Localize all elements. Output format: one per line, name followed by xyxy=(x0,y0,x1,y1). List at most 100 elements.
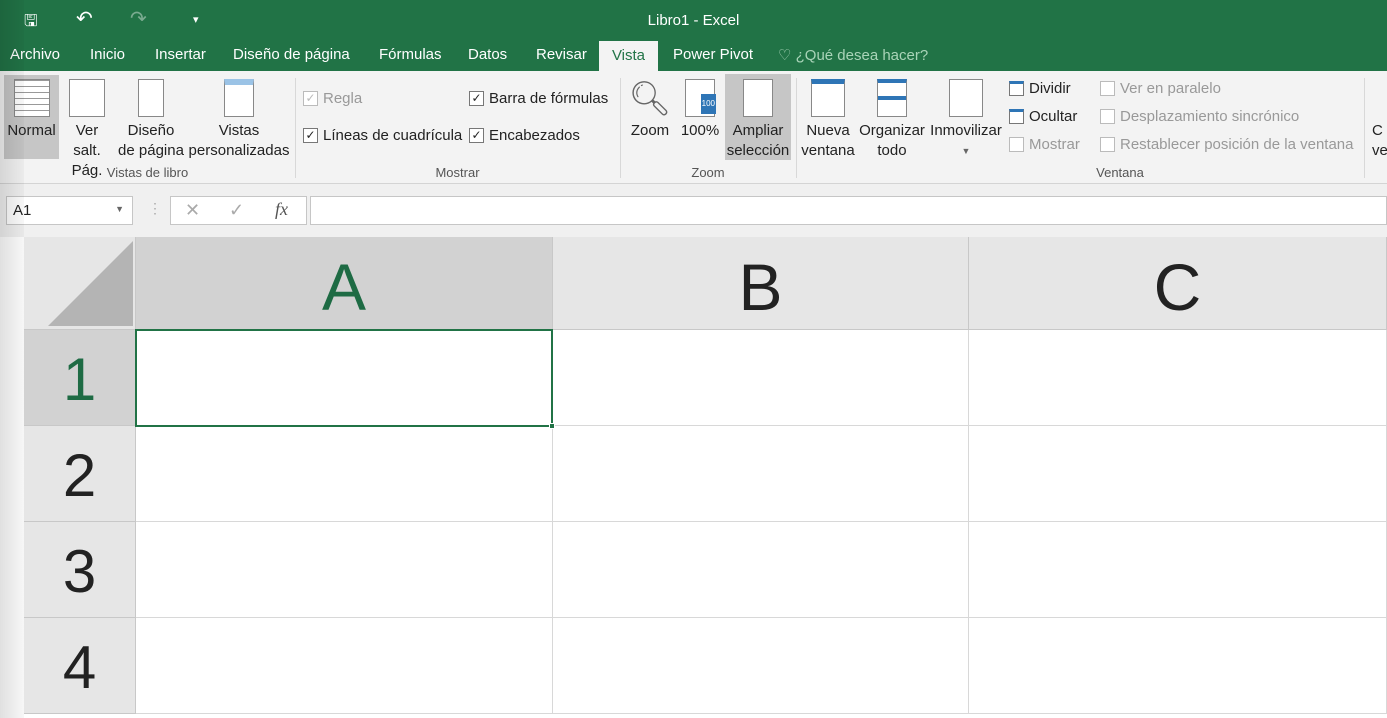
tell-me-search[interactable]: ♡ ¿Qué desea hacer? xyxy=(778,46,928,64)
side-by-side-icon xyxy=(1100,81,1115,96)
tab-formulas[interactable]: Fórmulas xyxy=(379,46,442,63)
row-header-1[interactable]: 1 xyxy=(24,330,136,426)
lightbulb-icon: ♡ xyxy=(778,47,792,64)
label: C xyxy=(1372,122,1383,139)
divider xyxy=(295,78,296,178)
split-icon xyxy=(1009,81,1024,96)
label: Dividir xyxy=(1029,80,1071,97)
cell-c4[interactable] xyxy=(969,618,1387,714)
freeze-panes-button[interactable]: Inmovilizar ▼ xyxy=(928,79,1004,161)
normal-view-button[interactable]: Normal xyxy=(4,75,59,159)
zoom-to-selection-button[interactable]: Ampliar selección xyxy=(725,74,791,160)
label: selección xyxy=(726,142,790,159)
label: Regla xyxy=(323,90,363,107)
chevron-down-icon[interactable]: ▼ xyxy=(115,204,124,214)
gridlines-checkbox[interactable]: ✓ Líneas de cuadrícula xyxy=(303,127,462,144)
cell-b2[interactable] xyxy=(553,426,969,522)
cell-a3[interactable] xyxy=(136,522,553,618)
hide-button[interactable]: Ocultar xyxy=(1009,108,1077,125)
cell-a2[interactable] xyxy=(136,426,553,522)
new-window-button[interactable]: Nueva ventana xyxy=(800,79,856,161)
insert-function-icon[interactable]: fx xyxy=(275,199,288,220)
row-header-2[interactable]: 2 xyxy=(24,426,136,522)
unhide-button[interactable]: Mostrar xyxy=(1009,136,1080,153)
cell-a4[interactable] xyxy=(136,618,553,714)
resize-handle-icon[interactable]: ⋮ xyxy=(148,200,162,217)
hide-icon xyxy=(1009,109,1024,124)
arrange-all-button[interactable]: Organizar todo xyxy=(857,79,927,161)
ruler-checkbox[interactable]: ✓ Regla xyxy=(303,90,362,107)
column-header-a[interactable]: A xyxy=(136,237,553,330)
group-label-zoom: Zoom xyxy=(691,165,725,180)
name-box-value: A1 xyxy=(13,202,32,219)
cell-c3[interactable] xyxy=(969,522,1387,618)
page-layout-view-button[interactable]: Diseño de página xyxy=(116,79,186,161)
arrange-all-icon xyxy=(877,79,907,117)
headings-checkbox[interactable]: ✓ Encabezados xyxy=(469,127,580,144)
cell-b1[interactable] xyxy=(553,330,969,426)
split-button[interactable]: Dividir xyxy=(1009,80,1071,97)
freeze-panes-icon xyxy=(949,79,983,117)
column-header-c[interactable]: C xyxy=(969,237,1387,330)
label: 100% xyxy=(680,122,720,139)
tab-power-pivot[interactable]: Power Pivot xyxy=(673,46,753,63)
label: ve xyxy=(1372,142,1387,159)
normal-label: Normal xyxy=(7,122,56,139)
label: Inmovilizar xyxy=(930,122,1002,139)
cancel-icon[interactable]: ✕ xyxy=(185,200,200,221)
switch-windows-button[interactable]: Cve xyxy=(1372,121,1387,161)
tab-diseno-pagina[interactable]: Diseño de página xyxy=(233,46,350,63)
label: Organizar xyxy=(859,122,925,139)
label: todo xyxy=(877,142,907,159)
label: Barra de fórmulas xyxy=(489,90,609,107)
label: personalizadas xyxy=(188,142,290,159)
label: Ocultar xyxy=(1029,108,1078,125)
cell-b4[interactable] xyxy=(553,618,969,714)
page-layout-icon xyxy=(138,79,164,117)
new-window-icon xyxy=(811,79,845,117)
label: Nueva xyxy=(806,122,850,139)
cell-c1[interactable] xyxy=(969,330,1387,426)
group-label-mostrar: Mostrar xyxy=(435,165,480,180)
label: Encabezados xyxy=(489,127,580,144)
custom-views-icon xyxy=(224,79,254,117)
sync-scroll-icon xyxy=(1100,109,1115,124)
custom-views-button[interactable]: Vistas personalizadas xyxy=(188,79,290,161)
view-side-by-side-button[interactable]: Ver en paralelo xyxy=(1100,80,1221,97)
tab-revisar[interactable]: Revisar xyxy=(536,46,587,63)
formula-input[interactable] xyxy=(310,196,1387,225)
formula-bar-checkbox[interactable]: ✓ Barra de fórmulas xyxy=(469,90,608,107)
tab-vista[interactable]: Vista xyxy=(599,41,658,71)
synchronous-scrolling-button[interactable]: Desplazamiento sincrónico xyxy=(1100,108,1299,125)
group-label-vistas: Vistas de libro xyxy=(106,165,189,180)
tab-datos[interactable]: Datos xyxy=(468,46,507,63)
cell-c2[interactable] xyxy=(969,426,1387,522)
tab-archivo[interactable]: Archivo xyxy=(10,46,60,63)
selected-cell-outline xyxy=(135,329,553,427)
zoom-100-icon: 100 xyxy=(685,79,716,117)
chevron-down-icon: ▼ xyxy=(961,146,971,156)
tab-insertar[interactable]: Insertar xyxy=(155,46,206,63)
zoom-selection-icon xyxy=(743,79,773,117)
cell-b3[interactable] xyxy=(553,522,969,618)
fill-handle[interactable] xyxy=(549,423,555,429)
zoom-button[interactable]: 🔍︎ Zoom xyxy=(626,79,674,141)
group-label-ventana: Ventana xyxy=(1096,165,1144,180)
label: de página xyxy=(118,142,184,159)
divider xyxy=(796,78,797,178)
select-all-button[interactable] xyxy=(24,237,136,330)
row-header-3[interactable]: 3 xyxy=(24,522,136,618)
tab-inicio[interactable]: Inicio xyxy=(90,46,125,63)
enter-icon[interactable]: ✓ xyxy=(229,200,244,221)
label: Restablecer posición de la ventana xyxy=(1120,136,1354,153)
window-title: Libro1 - Excel xyxy=(647,12,740,29)
label: Desplazamiento sincrónico xyxy=(1120,108,1300,125)
label: Diseño xyxy=(127,122,175,139)
normal-view-icon xyxy=(13,79,50,117)
label: ventana xyxy=(801,142,855,159)
zoom-100-button[interactable]: 100 100% xyxy=(678,79,722,141)
column-header-b[interactable]: B xyxy=(553,237,969,330)
reset-window-position-button[interactable]: Restablecer posición de la ventana xyxy=(1100,136,1353,153)
row-header-4[interactable]: 4 xyxy=(24,618,136,714)
name-box[interactable]: A1 ▼ xyxy=(6,196,133,225)
